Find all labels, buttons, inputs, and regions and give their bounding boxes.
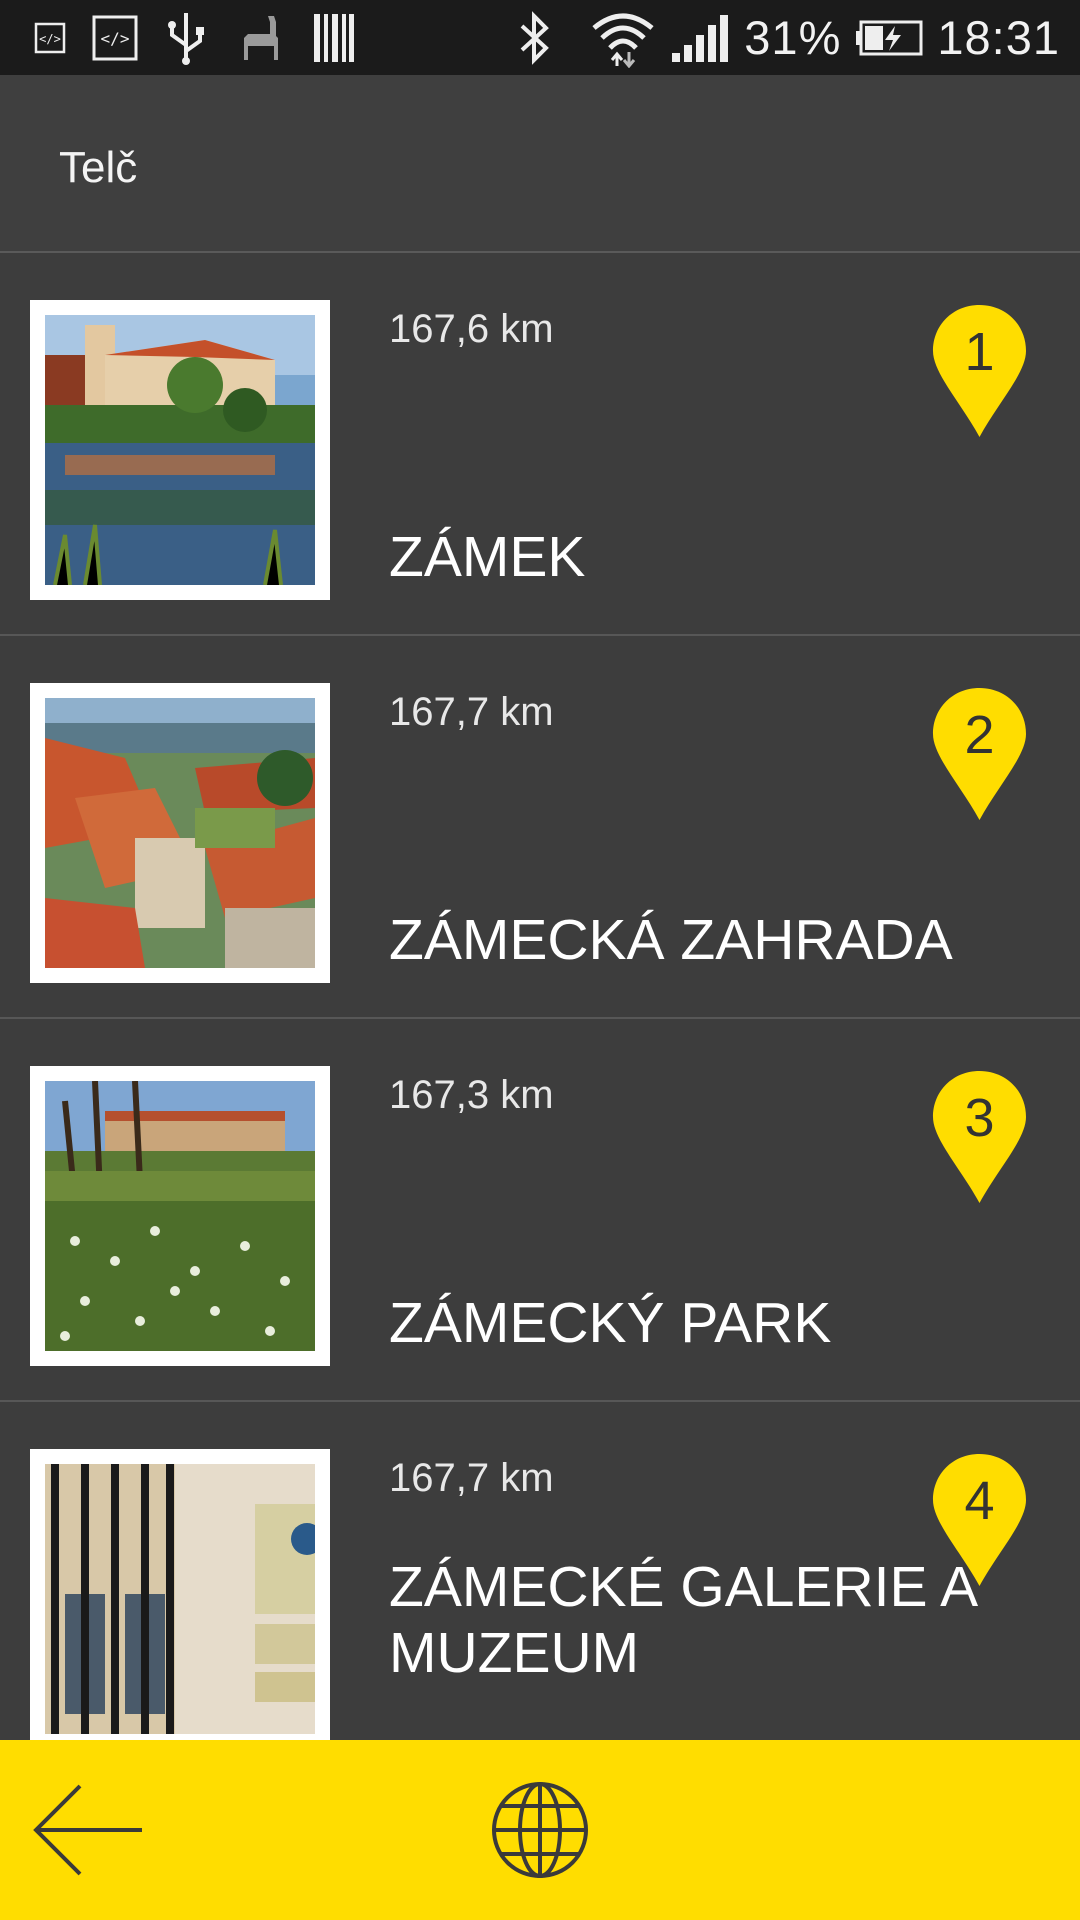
- globe-icon: [492, 1782, 588, 1878]
- garden-photo: [45, 698, 315, 968]
- map-pin-icon: 2: [931, 686, 1028, 822]
- list-item[interactable]: 167,6 km ZÁMEK 1: [0, 253, 1080, 636]
- pin-number: 2: [964, 705, 995, 765]
- clock: 18:31: [937, 11, 1060, 64]
- usb-icon: [168, 12, 204, 65]
- llama-icon: [244, 15, 278, 60]
- signal-icon: [672, 14, 729, 62]
- page-title: Telč: [59, 143, 138, 192]
- bluetooth-icon: [520, 10, 550, 65]
- code-box-icon: </>: [92, 15, 138, 60]
- wifi-icon: [592, 13, 654, 68]
- place-name: ZÁMECKÁ ZAHRADA: [389, 908, 953, 972]
- pin-number: 1: [964, 322, 995, 382]
- place-name: ZÁMECKÝ PARK: [389, 1291, 832, 1355]
- place-thumbnail: [30, 683, 330, 983]
- gallery-photo: [45, 1464, 315, 1734]
- place-distance: 167,7 km: [389, 1456, 554, 1500]
- status-bar: </> </> 31% 18:31: [0, 0, 1080, 75]
- park-photo: [45, 1081, 315, 1351]
- place-distance: 167,6 km: [389, 307, 554, 351]
- svg-text:</>: </>: [101, 29, 130, 48]
- bottom-nav-bar: [0, 1740, 1080, 1920]
- place-distance: 167,3 km: [389, 1073, 554, 1117]
- battery-charging-icon: [856, 20, 923, 55]
- globe-button[interactable]: [490, 1780, 590, 1880]
- barcode-icon: [314, 13, 354, 62]
- place-name: ZÁMEK: [389, 525, 586, 589]
- list-item[interactable]: 167,7 km ZÁMECKÉ GALERIE A MUZEUM 4: [0, 1402, 1080, 1785]
- map-pin-icon: 3: [931, 1069, 1028, 1205]
- list-item[interactable]: 167,3 km ZÁMECKÝ PARK 3: [0, 1019, 1080, 1402]
- code-icon: </>: [34, 22, 66, 53]
- place-thumbnail: [30, 1066, 330, 1366]
- svg-text:</>: </>: [39, 32, 61, 46]
- castle-photo: [45, 315, 315, 585]
- pin-number: 3: [964, 1088, 995, 1148]
- place-thumbnail: [30, 1449, 330, 1749]
- list-item[interactable]: 167,7 km ZÁMECKÁ ZAHRADA 2: [0, 636, 1080, 1019]
- map-pin-icon: 1: [931, 303, 1028, 439]
- map-pin-icon: 4: [931, 1452, 1028, 1588]
- places-list: 167,6 km ZÁMEK 1 167,7 km ZÁMECKÁ ZAHRAD…: [0, 253, 1080, 1785]
- place-thumbnail: [30, 300, 330, 600]
- back-button[interactable]: [30, 1780, 145, 1880]
- place-name: ZÁMECKÉ GALERIE A MUZEUM: [389, 1555, 976, 1685]
- pin-number: 4: [964, 1471, 995, 1531]
- place-distance: 167,7 km: [389, 690, 554, 734]
- app-header: Telč: [0, 75, 1080, 253]
- back-arrow-icon: [33, 1784, 142, 1876]
- battery-percent: 31%: [744, 11, 842, 64]
